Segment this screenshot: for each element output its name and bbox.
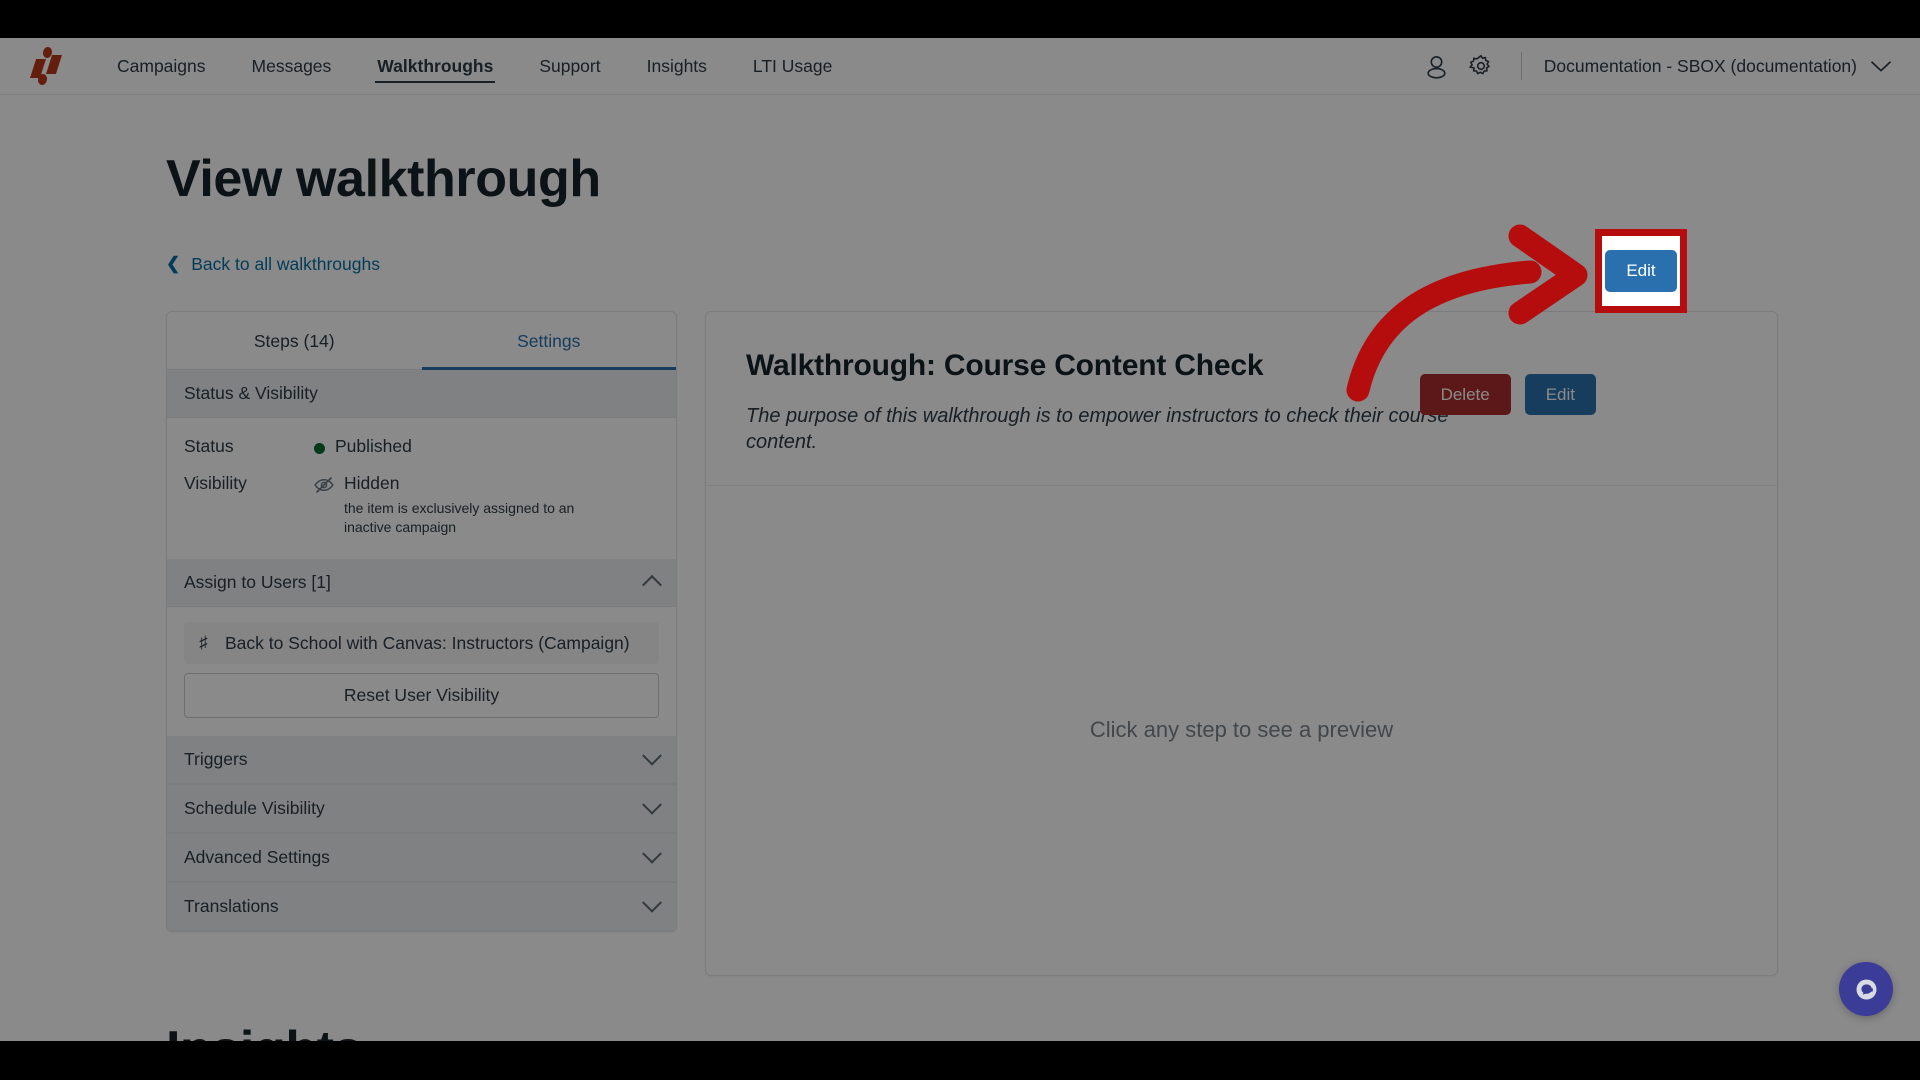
action-buttons-row: Delete Edit — [1419, 374, 1596, 416]
insights-heading: Insights — [166, 1020, 1778, 1041]
walkthrough-preview-panel: Walkthrough: Course Content Check The pu… — [705, 310, 1778, 976]
nav-item-label: Campaigns — [117, 55, 206, 76]
edit-button-highlight-box: Edit — [1595, 229, 1687, 313]
chat-widget-button[interactable] — [1839, 962, 1893, 1016]
chevron-down-icon — [642, 794, 662, 815]
chevron-left-icon: ❮ — [166, 253, 181, 273]
chevron-up-icon — [642, 575, 662, 595]
page-title: View walkthrough — [166, 150, 601, 208]
nav-right-cluster: Documentation - SBOX (documentation) — [1415, 38, 1892, 94]
nav-item-label: Support — [539, 55, 601, 76]
section-header-schedule-visibility[interactable]: Schedule Visibility — [167, 784, 676, 834]
section-title: Schedule Visibility — [184, 798, 325, 819]
walkthrough-description: The purpose of this walkthrough is to em… — [746, 404, 1449, 453]
assigned-campaign-chip[interactable]: ♯ Back to School with Canvas: Instructor… — [184, 621, 659, 665]
status-badge: Published — [335, 435, 412, 456]
product-logo[interactable] — [28, 46, 64, 86]
edit-button[interactable]: Edit — [1605, 250, 1677, 292]
nav-item-support[interactable]: Support — [516, 38, 623, 94]
delete-button[interactable]: Delete — [1419, 374, 1511, 416]
nav-item-label: LTI Usage — [752, 55, 833, 76]
status-label: Status — [184, 435, 234, 456]
tab-steps[interactable]: Steps (14) — [167, 312, 422, 370]
chat-bubble-icon — [1856, 979, 1876, 999]
chevron-down-icon — [1870, 60, 1892, 72]
primary-nav-links: Campaigns Messages Walkthroughs Support … — [94, 38, 855, 94]
section-header-triggers[interactable]: Triggers — [167, 736, 676, 785]
screenshot-viewport: Campaigns Messages Walkthroughs Support … — [0, 0, 1920, 1080]
section-title: Translations — [184, 896, 279, 917]
account-switcher[interactable]: Documentation - SBOX (documentation) — [1544, 56, 1892, 77]
section-header-translations[interactable]: Translations — [167, 882, 676, 932]
chevron-down-icon — [642, 843, 662, 864]
visibility-value-group: Hidden the item is exclusively assigned … — [314, 473, 604, 537]
section-title: Status & Visibility — [184, 382, 318, 403]
section-title: Triggers — [184, 749, 248, 770]
tab-label: Steps (14) — [253, 330, 335, 351]
section-header-advanced-settings[interactable]: Advanced Settings — [167, 833, 676, 883]
status-visibility-body: Status Published Visibility Hidden the i… — [167, 418, 676, 559]
preview-body: Click any step to see a preview — [706, 486, 1777, 974]
back-link-label: Back to all walkthroughs — [191, 253, 380, 274]
visibility-badge: Hidden — [344, 472, 400, 493]
gear-icon[interactable] — [1459, 44, 1503, 88]
status-value-group: Published — [314, 436, 412, 457]
web-page: Campaigns Messages Walkthroughs Support … — [0, 38, 1920, 1041]
content-container: View walkthrough ❮ Back to all walkthrou… — [112, 152, 1808, 1041]
assigned-campaign-label: Back to School with Canvas: Instructors … — [225, 632, 630, 653]
assign-to-users-body: ♯ Back to School with Canvas: Instructor… — [167, 607, 676, 737]
edit-button-underlay[interactable]: Edit — [1524, 374, 1596, 416]
nav-item-campaigns[interactable]: Campaigns — [94, 38, 229, 94]
status-dot-icon — [314, 442, 325, 454]
visibility-note: the item is exclusively assigned to an i… — [344, 499, 575, 535]
section-header-assign-to-users[interactable]: Assign to Users [1] — [167, 558, 676, 607]
nav-item-label: Insights — [646, 55, 707, 76]
preview-header: Walkthrough: Course Content Check The pu… — [706, 312, 1777, 487]
top-navigation-bar: Campaigns Messages Walkthroughs Support … — [0, 38, 1920, 95]
status-row: Status Published — [184, 436, 659, 457]
nav-divider — [1520, 52, 1522, 80]
account-name: Documentation - SBOX (documentation) — [1543, 55, 1857, 76]
logo-dot-bottom — [36, 73, 49, 86]
chevron-down-icon — [642, 892, 662, 913]
section-header-status-visibility: Status & Visibility — [167, 369, 676, 418]
hash-icon: ♯ — [199, 633, 208, 652]
logo-dot-top — [41, 46, 54, 59]
panel-tabs: Steps (14) Settings — [167, 312, 676, 370]
nav-item-label: Messages — [251, 55, 332, 76]
back-to-all-walkthroughs-link[interactable]: ❮ Back to all walkthroughs — [166, 254, 380, 275]
nav-item-insights[interactable]: Insights — [624, 38, 730, 94]
nav-item-label: Walkthroughs — [377, 55, 494, 76]
nav-item-walkthroughs[interactable]: Walkthroughs — [354, 38, 516, 94]
tab-label: Settings — [517, 330, 581, 351]
nav-item-messages[interactable]: Messages — [229, 38, 355, 94]
preview-empty-state: Click any step to see a preview — [1089, 717, 1394, 743]
visibility-label: Visibility — [184, 472, 247, 493]
section-title: Advanced Settings — [184, 847, 330, 868]
tab-settings[interactable]: Settings — [421, 312, 676, 370]
user-icon[interactable] — [1415, 44, 1459, 88]
eye-off-icon — [314, 476, 334, 499]
nav-item-lti-usage[interactable]: LTI Usage — [730, 38, 855, 94]
visibility-row: Visibility Hidden the item is exclusivel… — [184, 473, 659, 537]
section-title: Assign to Users [1] — [184, 571, 331, 592]
settings-panel: Steps (14) Settings Status & Visibility — [166, 310, 677, 933]
reset-user-visibility-button[interactable]: Reset User Visibility — [184, 673, 659, 719]
chevron-down-icon — [642, 745, 662, 766]
